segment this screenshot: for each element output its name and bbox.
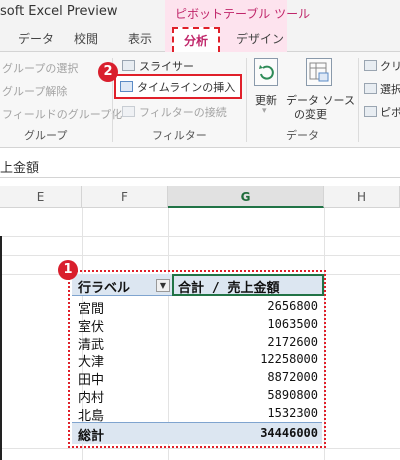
grid-line bbox=[0, 255, 400, 256]
group-section-label: グループ bbox=[24, 129, 68, 142]
slicer-icon bbox=[122, 60, 135, 71]
step-badge-1: 1 bbox=[58, 260, 78, 280]
grid-line bbox=[0, 236, 400, 237]
filter-connections-button[interactable]: フィルターの接続 bbox=[139, 104, 227, 120]
tab-review[interactable]: 校閲 bbox=[74, 30, 98, 47]
column-header-h[interactable]: H bbox=[324, 186, 400, 208]
tab-view[interactable]: 表示 bbox=[128, 30, 152, 47]
timeline-icon bbox=[120, 81, 133, 92]
tab-analyze[interactable]: 分析 bbox=[172, 27, 220, 52]
group-field-button[interactable]: フィールドのグループ化 bbox=[2, 106, 122, 122]
column-header-e[interactable]: E bbox=[0, 186, 82, 208]
column-header-g[interactable]: G bbox=[168, 186, 324, 208]
tab-data[interactable]: データ bbox=[18, 30, 54, 47]
grid-line bbox=[0, 448, 400, 449]
data-section-label: データ bbox=[286, 129, 319, 142]
insert-slicer-button[interactable]: スライサー bbox=[139, 58, 194, 74]
column-header-f[interactable]: F bbox=[82, 186, 168, 208]
change-data-source-icon bbox=[306, 58, 332, 86]
insert-timeline-button[interactable]: タイムラインの挿入 bbox=[137, 79, 235, 95]
chevron-down-icon[interactable]: ▾ bbox=[262, 106, 267, 116]
tab-design[interactable]: デザイン bbox=[236, 30, 284, 47]
move-pivot-icon bbox=[364, 106, 377, 117]
app-title: soft Excel Preview bbox=[0, 4, 118, 19]
ribbon-separator bbox=[358, 58, 359, 142]
group-selection-button[interactable]: グループの選択 bbox=[2, 60, 78, 76]
move-pivot-button[interactable]: ピボ bbox=[380, 104, 400, 120]
cell-border bbox=[0, 236, 2, 460]
filter-connection-icon bbox=[122, 106, 135, 117]
step-badge-2: 2 bbox=[98, 62, 118, 82]
filter-section-label: フィルター bbox=[152, 129, 207, 142]
context-tab-group-title: ピボットテーブル ツール bbox=[175, 7, 311, 21]
refresh-icon bbox=[254, 58, 278, 86]
change-source-line2[interactable]: の変更 bbox=[294, 106, 327, 122]
formula-bar bbox=[0, 150, 400, 178]
select-button[interactable]: 選択 bbox=[380, 81, 400, 97]
ribbon-separator bbox=[246, 58, 247, 142]
clear-icon bbox=[364, 60, 377, 71]
pivot-highlight-outline bbox=[68, 270, 326, 448]
clear-button[interactable]: クリ bbox=[380, 58, 400, 74]
name-box[interactable]: 上金額 bbox=[0, 157, 39, 176]
select-icon bbox=[364, 83, 377, 94]
ungroup-button[interactable]: グループ解除 bbox=[2, 83, 67, 99]
